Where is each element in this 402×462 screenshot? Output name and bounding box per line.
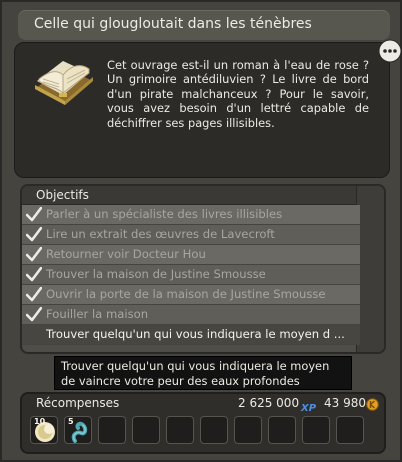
rewards-title: Récompenses <box>36 396 120 410</box>
quest-description-panel: Cet ouvrage est-il un roman à l'eau de r… <box>14 42 390 178</box>
reward-slot-empty <box>268 416 296 444</box>
objective-item-4: Trouver la maison de Justine Smousse <box>22 265 360 285</box>
objective-tooltip: Trouver quelqu'un qui vous indiquera le … <box>54 356 352 390</box>
rewards-panel: Récompenses 2 625 000 XP 43 980 10 5 <box>20 392 386 454</box>
reward-slot-tentacle[interactable]: 5 <box>64 416 92 444</box>
reward-slot-empty <box>132 416 160 444</box>
xp-amount: 2 625 000 <box>238 396 300 410</box>
objective-label: Fouiller la maison <box>46 307 149 321</box>
objective-label: Trouver la maison de Justine Smousse <box>46 267 266 281</box>
objective-item-6: Fouiller la maison <box>22 305 360 325</box>
objective-item-7[interactable]: Trouver quelqu'un qui vous indiquera le … <box>22 325 360 345</box>
window-title: Celle qui glougloutait dans les ténèbres <box>34 16 312 32</box>
objective-label: Lire un extrait des œuvres de Lavecroft <box>46 227 275 241</box>
reward-slot-empty <box>336 416 364 444</box>
tooltip-text: Trouver quelqu'un qui vous indiquera le … <box>61 359 330 388</box>
objective-item-2: Lire un extrait des œuvres de Lavecroft <box>22 225 360 245</box>
objective-label: Trouver quelqu'un qui vous indiquera le … <box>46 327 345 341</box>
slot-count: 10 <box>34 417 46 426</box>
xp-icon: XP <box>300 398 320 417</box>
reward-slot-moon[interactable]: 10 <box>30 416 58 444</box>
kama-amount: 43 980 <box>324 396 366 410</box>
quest-description: Cet ouvrage est-il un roman à l'eau de r… <box>107 58 369 130</box>
objective-label: Ouvrir la porte de la maison de Justine … <box>46 287 326 301</box>
kama-coin-icon <box>366 396 379 415</box>
objectives-scrollbar[interactable] <box>356 186 384 352</box>
reward-slot-empty <box>200 416 228 444</box>
slot-count: 5 <box>68 417 74 426</box>
objective-item-1: Parler à un spécialiste des livres illis… <box>22 205 360 225</box>
objective-label: Retourner voir Docteur Hou <box>46 247 206 261</box>
open-book-icon <box>29 51 99 117</box>
reward-slot-empty <box>234 416 262 444</box>
objectives-panel: Objectifs Parler à un spécialiste des li… <box>20 184 386 354</box>
reward-slot-empty <box>98 416 126 444</box>
reward-slot-empty <box>302 416 330 444</box>
objective-item-5: Ouvrir la porte de la maison de Justine … <box>22 285 360 305</box>
objectives-header: Objectifs <box>22 186 384 205</box>
title-bar: Celle qui glougloutait dans les ténèbres <box>18 10 390 40</box>
objectives-title: Objectifs <box>36 188 89 202</box>
objective-item-3: Retourner voir Docteur Hou <box>22 245 360 265</box>
speech-bubble-icon[interactable] <box>378 39 402 67</box>
svg-text:XP: XP <box>300 403 317 413</box>
quest-window: Celle qui glougloutait dans les ténèbres… <box>0 0 402 462</box>
objectives-list: Parler à un spécialiste des livres illis… <box>22 205 360 345</box>
reward-slot-empty <box>166 416 194 444</box>
objective-label: Parler à un spécialiste des livres illis… <box>46 207 283 221</box>
